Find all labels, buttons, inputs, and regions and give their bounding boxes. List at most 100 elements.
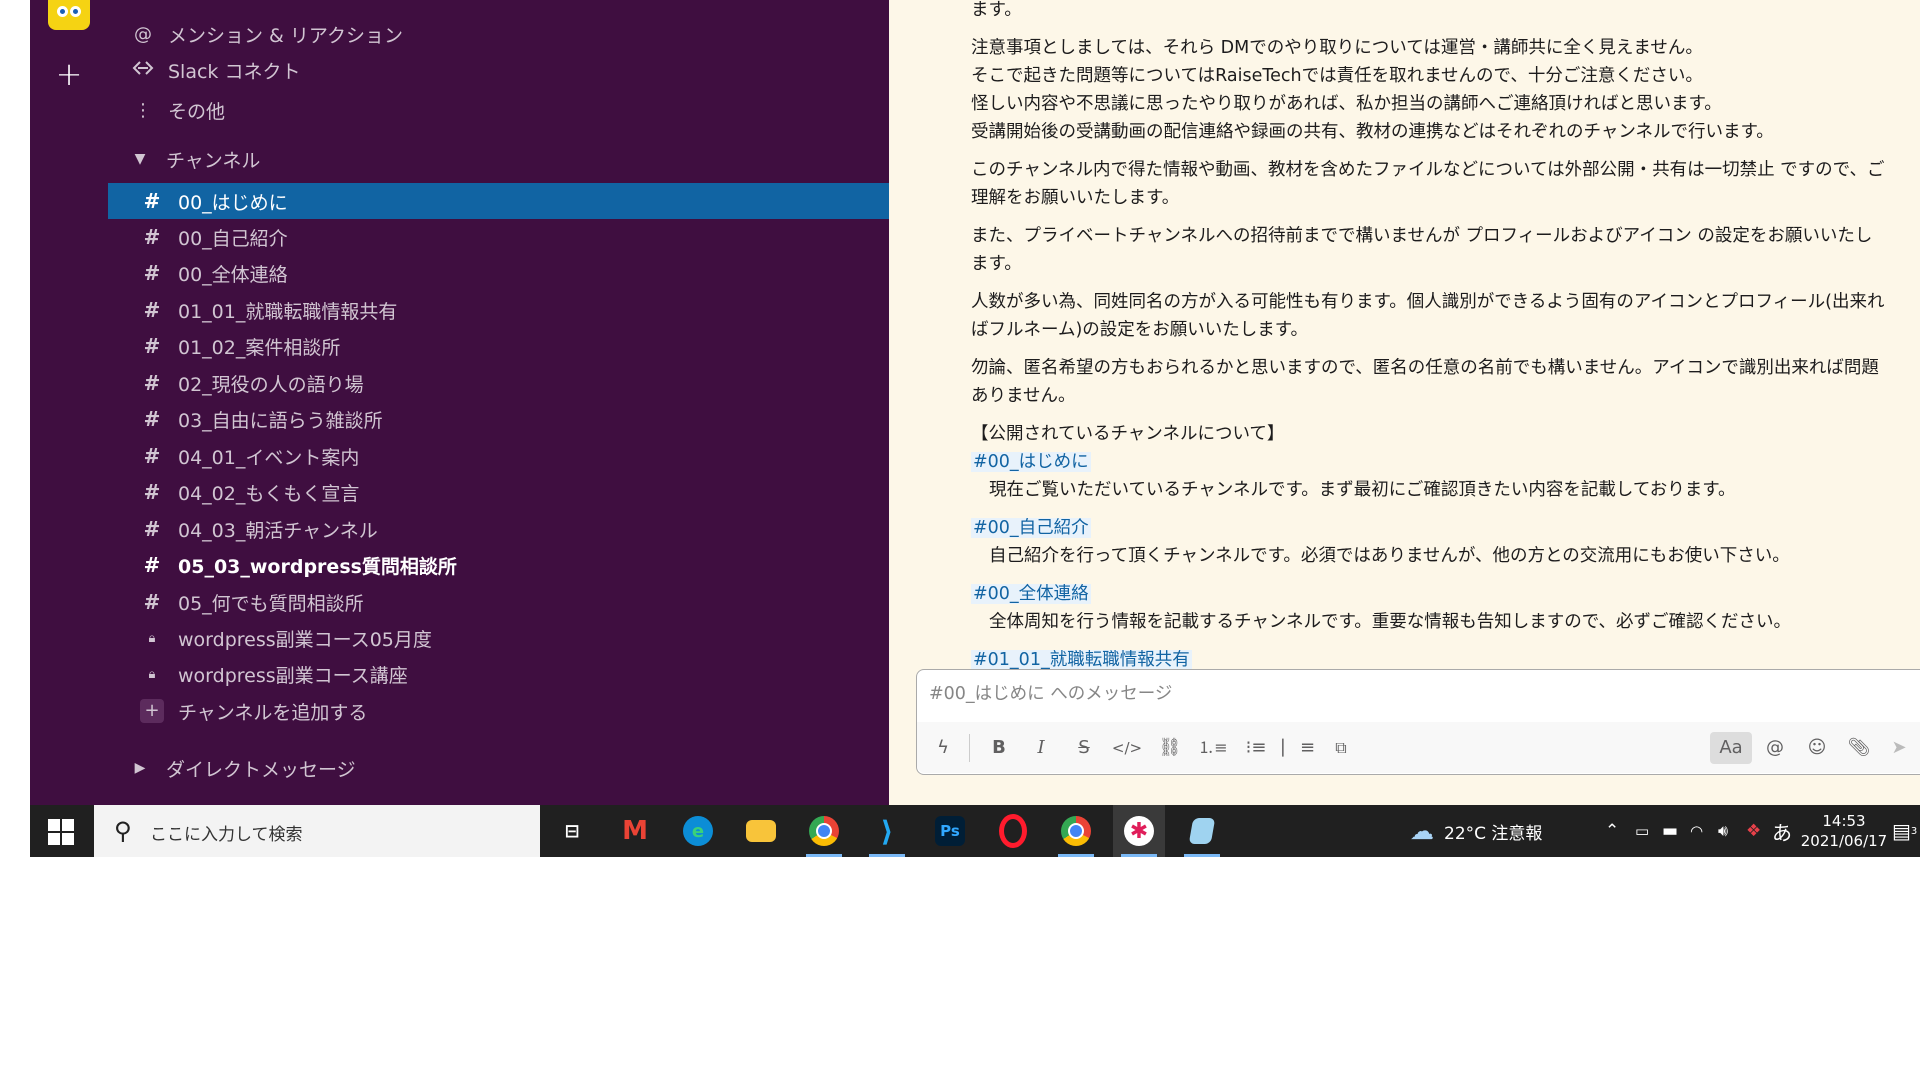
message-line: 【公開されているチャンネルについて】 [971, 424, 1285, 444]
channel-name: wordpress副業コース講座 [178, 664, 408, 687]
sidebar-item-mentions[interactable]: @ メンション & リアクション [108, 16, 889, 52]
message-line: 勿論、匿名希望の方もおられるかと思いますので、匿名の任意の名前でも構いません。ア… [971, 358, 1879, 378]
hash-icon: # [143, 553, 161, 577]
channel-name: 03_自由に語らう雑談所 [178, 409, 383, 432]
channel-link[interactable]: #00_自己紹介 [971, 518, 1091, 538]
opera-icon[interactable] [987, 805, 1039, 857]
plus-icon[interactable]: + [51, 56, 87, 92]
sidebar-item-channel[interactable]: # 03_自由に語らう雑談所 [108, 401, 889, 437]
dropbox-icon[interactable]: ❖ [1746, 805, 1761, 857]
channel-name: 04_01_イベント案内 [178, 446, 360, 469]
ime-indicator[interactable]: あ [1772, 805, 1792, 857]
clock[interactable]: 14:53 2021/06/17 [1798, 811, 1890, 851]
sidebar-item-channel[interactable]: # 00_自己紹介 [108, 219, 889, 255]
channel-name: 00_全体連絡 [178, 263, 288, 286]
hash-icon: # [143, 444, 161, 468]
caret-right-icon: ▶ [134, 760, 146, 776]
emoji-icon[interactable]: ☺ [1801, 732, 1833, 764]
channel-link[interactable]: #00_全体連絡 [971, 584, 1091, 604]
edge-icon[interactable]: e [672, 805, 724, 857]
code-icon[interactable]: </> [1111, 732, 1143, 764]
lock-icon: 🔒︎ [148, 630, 156, 646]
sidebar-item-private-channel[interactable]: 🔒︎ wordpress副業コース05月度 [108, 620, 889, 656]
message-input[interactable]: #00_はじめに へのメッセージ [929, 680, 1172, 705]
code-block-icon[interactable]: ⧉ [1325, 732, 1357, 764]
bold-icon[interactable]: B [983, 732, 1015, 764]
taskbar-search-box[interactable]: ⚲ ここに入力して検索 [94, 805, 540, 857]
spongebob-avatar-icon[interactable] [48, 0, 90, 30]
send-icon[interactable]: ➤ [1883, 732, 1915, 764]
sidebar-item-channel[interactable]: # 01_02_案件相談所 [108, 328, 889, 364]
channel-name: 04_03_朝活チャンネル [178, 519, 378, 542]
hash-icon: # [143, 261, 161, 285]
message-line: ありません。 [971, 386, 1076, 406]
chrome-icon[interactable] [1050, 805, 1102, 857]
bulleted-list-icon[interactable]: ⁝≡ [1240, 732, 1272, 764]
channel-name: 01_01_就職転職情報共有 [178, 300, 398, 323]
channel-link[interactable]: #00_はじめに [971, 452, 1091, 472]
sidebar-item-private-channel[interactable]: 🔒︎ wordpress副業コース講座 [108, 656, 889, 692]
vscode-icon[interactable]: ⟩ [861, 805, 913, 857]
meet-now-icon[interactable]: ▭ [1635, 805, 1649, 857]
mention-icon[interactable]: @ [1759, 732, 1791, 764]
attach-icon[interactable]: 📎︎ [1843, 732, 1875, 764]
format-toggle-icon[interactable]: Aa [1710, 732, 1752, 764]
section-label: ダイレクトメッセージ [166, 758, 356, 781]
sidebar-item-channel[interactable]: # 01_01_就職転職情報共有 [108, 292, 889, 328]
sidebar-item-channel[interactable]: # 05_03_wordpress質問相談所 [108, 547, 889, 583]
notepad-icon[interactable] [1176, 805, 1228, 857]
blockquote-icon[interactable]: ⎸≡ [1282, 732, 1315, 764]
sidebar-item-channel[interactable]: # 00_はじめに [108, 183, 889, 219]
photoshop-icon[interactable]: Ps [924, 805, 976, 857]
slack-icon[interactable]: ✱ [1113, 805, 1165, 857]
wifi-icon[interactable]: ◠ [1690, 805, 1703, 857]
more-vertical-icon: ⋮ [134, 99, 152, 121]
message-line: 人数が多い為、同姓同名の方が入る可能性も有ります。個人識別ができるよう固有のアイ… [971, 292, 1885, 312]
message-line: 理解をお願いいたします。 [971, 188, 1180, 208]
at-icon: @ [134, 23, 152, 45]
file-explorer-icon[interactable] [735, 805, 787, 857]
message-composer[interactable]: #00_はじめに へのメッセージ ϟ B I S </> ⛓ ⒈≡ ⁝≡ ⎸≡ … [916, 669, 1920, 775]
hash-icon: # [143, 407, 161, 431]
shortcuts-icon[interactable]: ϟ [927, 732, 959, 764]
sidebar-item-more[interactable]: ⋮ その他 [108, 92, 889, 128]
italic-icon[interactable]: I [1025, 732, 1057, 764]
caret-down-icon: ▼ [134, 151, 146, 167]
sidebar-item-channel[interactable]: # 05_何でも質問相談所 [108, 584, 889, 620]
ordered-list-icon[interactable]: ⒈≡ [1197, 732, 1229, 764]
add-channel-label: チャンネルを追加する [178, 701, 368, 724]
sidebar: @ メンション & リアクション Slack コネクト ⋮ その他 ▼ チャンネ… [108, 0, 889, 805]
dm-section-header[interactable]: ▶ ダイレクトメッセージ [108, 750, 889, 786]
sidebar-item-channel[interactable]: # 04_01_イベント案内 [108, 438, 889, 474]
hash-icon: # [143, 590, 161, 614]
weather-widget[interactable]: ☁ 22°C 注意報 [1410, 805, 1542, 857]
strikethrough-icon[interactable]: S [1068, 732, 1100, 764]
channels-section-header[interactable]: ▼ チャンネル [108, 141, 889, 177]
sidebar-item-slack-connect[interactable]: Slack コネクト [108, 52, 889, 88]
sidebar-item-channel[interactable]: # 00_全体連絡 [108, 255, 889, 291]
chrome-icon[interactable] [798, 805, 850, 857]
hash-icon: # [143, 371, 161, 395]
windows-taskbar: ⚲ ここに入力して検索 ⊟ M e ⟩ Ps ✱ ☁ 22°C 注意報 ⌃ ▭ … [30, 805, 1920, 857]
channel-name: 04_02_もくもく宣言 [178, 482, 360, 505]
composer-toolbar: ϟ B I S </> ⛓ ⒈≡ ⁝≡ ⎸≡ ⧉ Aa @ ☺ 📎︎ ➤ [917, 722, 1920, 773]
channel-name: wordpress副業コース05月度 [178, 628, 432, 651]
channel-name: 01_02_案件相談所 [178, 336, 341, 359]
tray-overflow-icon[interactable]: ⌃ [1605, 805, 1619, 857]
sidebar-item-channel[interactable]: # 04_03_朝活チャンネル [108, 511, 889, 547]
slack-connect-icon [128, 60, 158, 81]
sidebar-item-label: Slack コネクト [168, 60, 301, 83]
task-view-icon[interactable]: ⊟ [546, 805, 598, 857]
lock-icon: 🔒︎ [148, 666, 156, 682]
sidebar-item-channel[interactable]: # 02_現役の人の語り場 [108, 365, 889, 401]
notification-icon[interactable]: ▤ 3 [1892, 805, 1917, 857]
battery-icon[interactable]: ▬ [1662, 805, 1678, 857]
windows-start-icon[interactable] [48, 819, 74, 845]
link-icon[interactable]: ⛓ [1154, 732, 1186, 764]
channel-link[interactable]: #01_01_就職転職情報共有 [971, 650, 1192, 670]
gmail-icon[interactable]: M [609, 805, 661, 857]
sidebar-item-channel[interactable]: # 04_02_もくもく宣言 [108, 474, 889, 510]
add-channel-button[interactable]: + チャンネルを追加する [108, 693, 889, 729]
volume-icon[interactable]: 🔊︎ [1718, 805, 1728, 857]
message-line: また、プライベートチャンネルへの招待前までで構いませんが プロフィールおよびアイ… [971, 226, 1873, 246]
